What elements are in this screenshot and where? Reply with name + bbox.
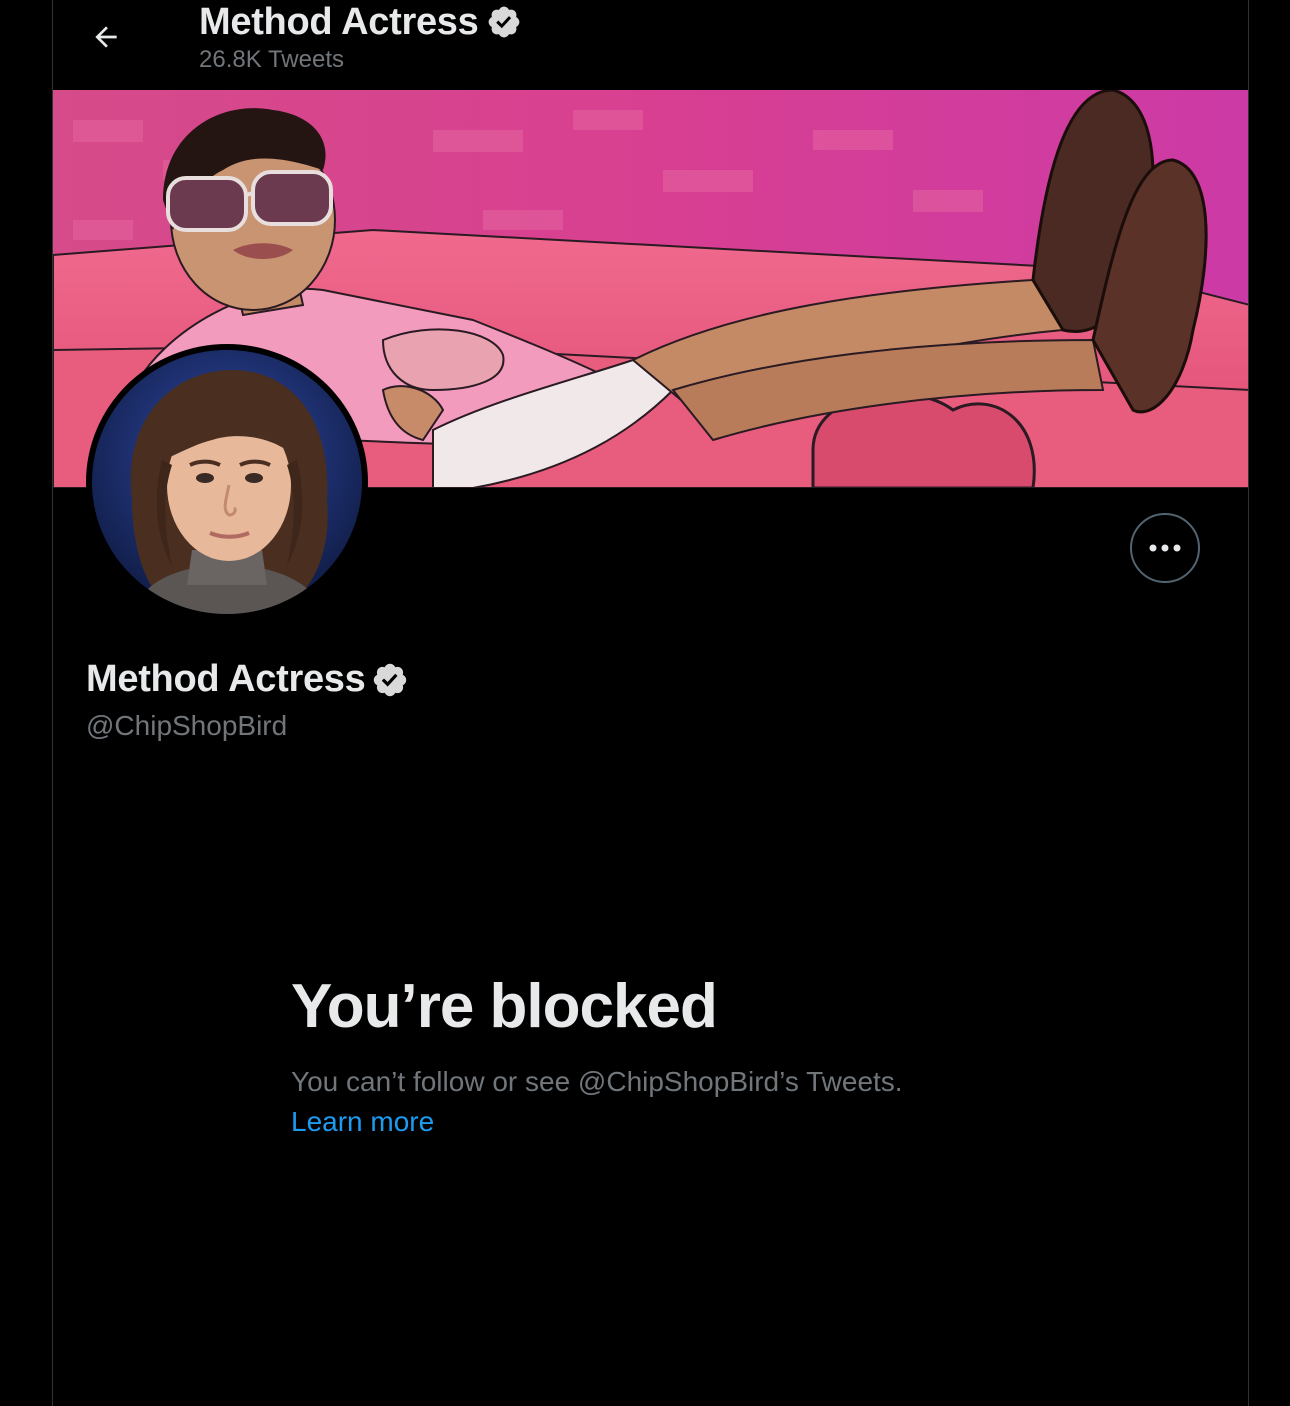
back-button[interactable] — [81, 12, 131, 62]
learn-more-link[interactable]: Learn more — [291, 1102, 434, 1142]
profile-handle: @ChipShopBird — [86, 710, 288, 741]
profile-column: Method Actress 26.8K Tweets Method Actre… — [52, 0, 1249, 1406]
profile-name-row: Method Actress — [86, 658, 409, 701]
more-horizontal-icon — [1149, 544, 1181, 552]
verified-badge-icon — [374, 663, 407, 696]
blocked-description: You can’t follow or see @ChipShopBird’s … — [291, 1066, 903, 1097]
profile-header: Method Actress 26.8K Tweets — [53, 0, 1248, 90]
verified-badge-icon — [489, 6, 520, 38]
blocked-title: You’re blocked — [291, 972, 718, 1041]
tweet-count: 26.8K Tweets — [199, 46, 344, 73]
profile-name: Method Actress — [86, 658, 366, 700]
blocked-notice: You’re blocked You can’t follow or see @… — [291, 970, 1011, 1142]
arrow-left-icon — [95, 26, 117, 48]
more-options-button[interactable] — [1130, 513, 1200, 583]
header-name: Method Actress — [199, 1, 479, 43]
avatar-ring — [86, 344, 368, 620]
header-title: Method Actress — [199, 0, 522, 44]
avatar[interactable] — [92, 350, 362, 614]
